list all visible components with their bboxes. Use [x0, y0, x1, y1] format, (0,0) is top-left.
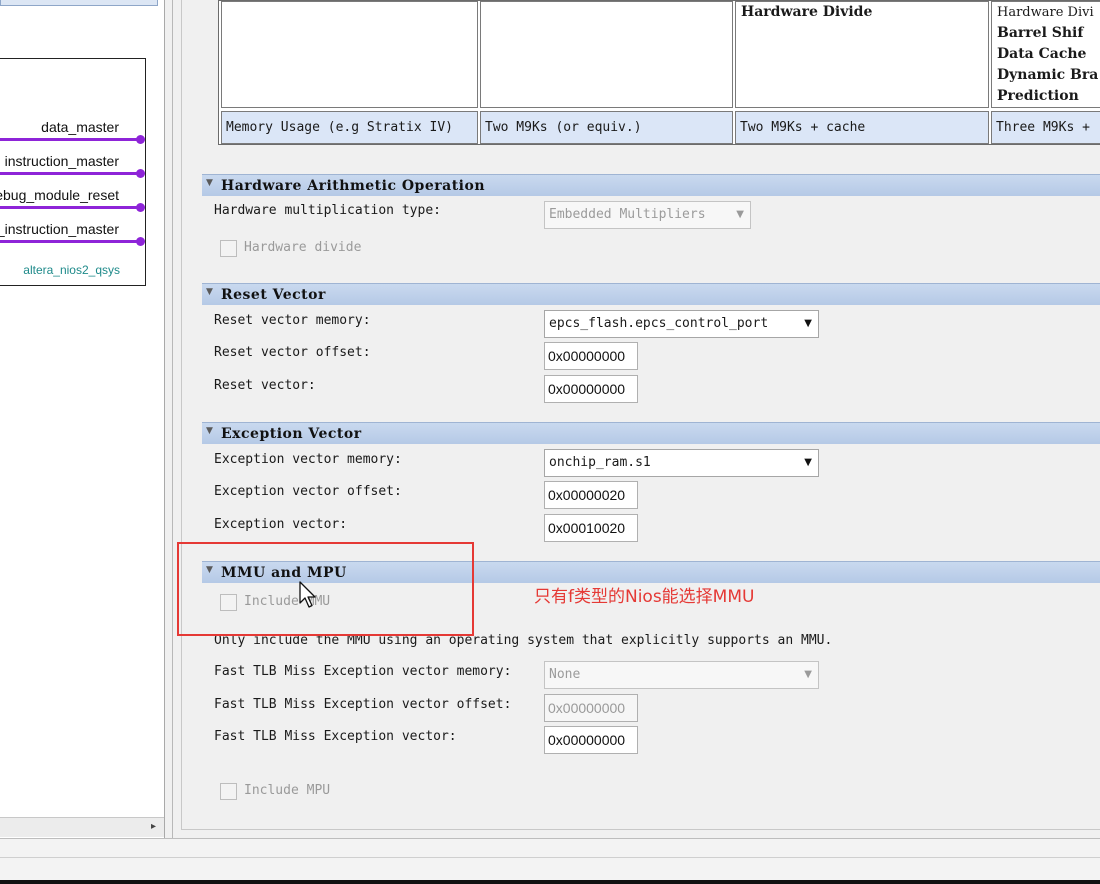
port-dot-instruction-master[interactable]	[136, 169, 145, 178]
tlb-miss-vector-label: Fast TLB Miss Exception vector:	[214, 729, 457, 744]
table-header-hardware-divide-plain: Hardware Divi	[997, 5, 1094, 20]
port-dot-n-instruction-master[interactable]	[136, 237, 145, 246]
bottom-divider	[0, 857, 1100, 858]
annotation-text: 只有f类型的Nios能选择MMU	[534, 587, 755, 607]
exception-vector-memory-select[interactable]: onchip_ram.s1 ▼	[544, 449, 819, 477]
tlb-miss-offset-field[interactable]: 0x00000000	[544, 694, 638, 722]
collapse-triangle-icon[interactable]: ▼	[206, 426, 213, 436]
checkbox-icon[interactable]	[220, 594, 237, 611]
reset-vector-field[interactable]: 0x00000000	[544, 375, 638, 403]
table-cell-memory-usage-standard: Two M9Ks + cache	[735, 111, 989, 144]
section-header-hardware-arithmetic[interactable]: ▼ Hardware Arithmetic Operation	[202, 174, 1100, 196]
tlb-miss-memory-value: None	[549, 667, 581, 682]
hardware-multiplication-select[interactable]: Embedded Multipliers ▼	[544, 201, 751, 229]
mmu-note-text: Only include the MMU using an operating …	[214, 633, 833, 648]
hardware-multiplication-value: Embedded Multipliers	[549, 207, 706, 222]
exception-vector-label: Exception vector:	[214, 517, 348, 532]
section-title: Exception Vector	[221, 426, 362, 442]
section-header-mmu-mpu[interactable]: ▼ MMU and MPU	[202, 561, 1100, 583]
include-mpu-label: Include MPU	[244, 783, 331, 798]
schematic-horizontal-scrollbar[interactable]: ▸	[0, 817, 164, 837]
tlb-miss-memory-label: Fast TLB Miss Exception vector memory:	[214, 664, 512, 679]
tlb-miss-memory-select[interactable]: None ▼	[544, 661, 819, 689]
port-label-debug-module-reset: debug_module_reset	[0, 187, 119, 203]
port-label-n-instruction-master: n_instruction_master	[0, 221, 119, 237]
table-header-barrel-shifter: Barrel Shif	[997, 25, 1084, 41]
scroll-right-arrow-icon[interactable]: ▸	[151, 821, 156, 832]
hardware-divide-label: Hardware divide	[244, 240, 362, 255]
exception-vector-offset-label: Exception vector offset:	[214, 484, 402, 499]
component-name: altera_nios2_qsys	[23, 263, 120, 277]
reset-vector-offset-field[interactable]: 0x00000000	[544, 342, 638, 370]
core-comparison-table: Hardware Divide Hardware Divi Barrel Shi…	[218, 0, 1100, 145]
section-header-reset-vector[interactable]: ▼ Reset Vector	[202, 283, 1100, 305]
table-cell-memory-usage-economy: Two M9Ks (or equiv.)	[480, 111, 733, 144]
reset-vector-label: Reset vector:	[214, 378, 316, 393]
exception-vector-memory-value: onchip_ram.s1	[549, 455, 651, 470]
parameters-scroll-area[interactable]: Hardware Divide Hardware Divi Barrel Shi…	[181, 0, 1100, 830]
collapse-triangle-icon[interactable]: ▼	[206, 287, 213, 297]
mouse-pointer-icon	[299, 581, 316, 608]
table-header-cell-4: Hardware Divi Barrel Shif Data Cache Dyn…	[991, 1, 1100, 108]
checkbox-icon[interactable]	[220, 783, 237, 800]
table-cell-memory-usage-label: Memory Usage (e.g Stratix IV)	[221, 111, 478, 144]
tlb-miss-vector-field[interactable]: 0x00000000	[544, 726, 638, 754]
port-label-instruction-master: instruction_master	[4, 153, 119, 169]
section-title: Hardware Arithmetic Operation	[221, 178, 485, 194]
schematic-panel: data_master instruction_master debug_mod…	[0, 0, 165, 838]
table-header-cell-3: Hardware Divide	[735, 1, 989, 108]
table-cell-memory-usage-fast: Three M9Ks +	[991, 111, 1100, 144]
exception-vector-offset-field[interactable]: 0x00000020	[544, 481, 638, 509]
port-label-data-master: data_master	[41, 119, 119, 135]
section-title: MMU and MPU	[221, 565, 347, 581]
dropdown-arrow-icon: ▼	[736, 209, 744, 220]
dropdown-arrow-icon: ▼	[804, 669, 812, 680]
table-header-prediction: Prediction	[997, 88, 1079, 104]
port-line-instruction-master	[0, 172, 142, 175]
schematic-top-strip	[0, 0, 158, 6]
reset-vector-memory-value: epcs_flash.epcs_control_port	[549, 316, 769, 331]
dropdown-arrow-icon: ▼	[804, 457, 812, 468]
port-line-debug-module-reset	[0, 206, 142, 209]
table-header-hardware-divide: Hardware Divide	[741, 4, 873, 20]
bottom-status-area	[0, 838, 1100, 880]
table-header-dynamic-branch: Dynamic Bra	[997, 67, 1099, 83]
table-header-cell-2	[480, 1, 733, 108]
port-line-n-instruction-master	[0, 240, 142, 243]
port-line-data-master	[0, 138, 142, 141]
tlb-miss-offset-label: Fast TLB Miss Exception vector offset:	[214, 697, 512, 712]
nios2-component-symbol[interactable]: data_master instruction_master debug_mod…	[0, 58, 146, 286]
bottom-black-strip	[0, 880, 1100, 884]
section-header-exception-vector[interactable]: ▼ Exception Vector	[202, 422, 1100, 444]
port-dot-data-master[interactable]	[136, 135, 145, 144]
port-dot-debug-module-reset[interactable]	[136, 203, 145, 212]
reset-vector-memory-label: Reset vector memory:	[214, 313, 371, 328]
reset-vector-memory-select[interactable]: epcs_flash.epcs_control_port ▼	[544, 310, 819, 338]
section-title: Reset Vector	[221, 287, 326, 303]
table-header-data-cache: Data Cache	[997, 46, 1087, 62]
parameters-panel: Hardware Divide Hardware Divi Barrel Shi…	[172, 0, 1100, 838]
collapse-triangle-icon[interactable]: ▼	[206, 565, 213, 575]
checkbox-icon[interactable]	[220, 240, 237, 257]
exception-vector-field[interactable]: 0x00010020	[544, 514, 638, 542]
hardware-multiplication-label: Hardware multiplication type:	[214, 203, 441, 218]
dropdown-arrow-icon: ▼	[804, 318, 812, 329]
reset-vector-offset-label: Reset vector offset:	[214, 345, 371, 360]
exception-vector-memory-label: Exception vector memory:	[214, 452, 402, 467]
collapse-triangle-icon[interactable]: ▼	[206, 178, 213, 188]
table-header-cell-1	[221, 1, 478, 108]
